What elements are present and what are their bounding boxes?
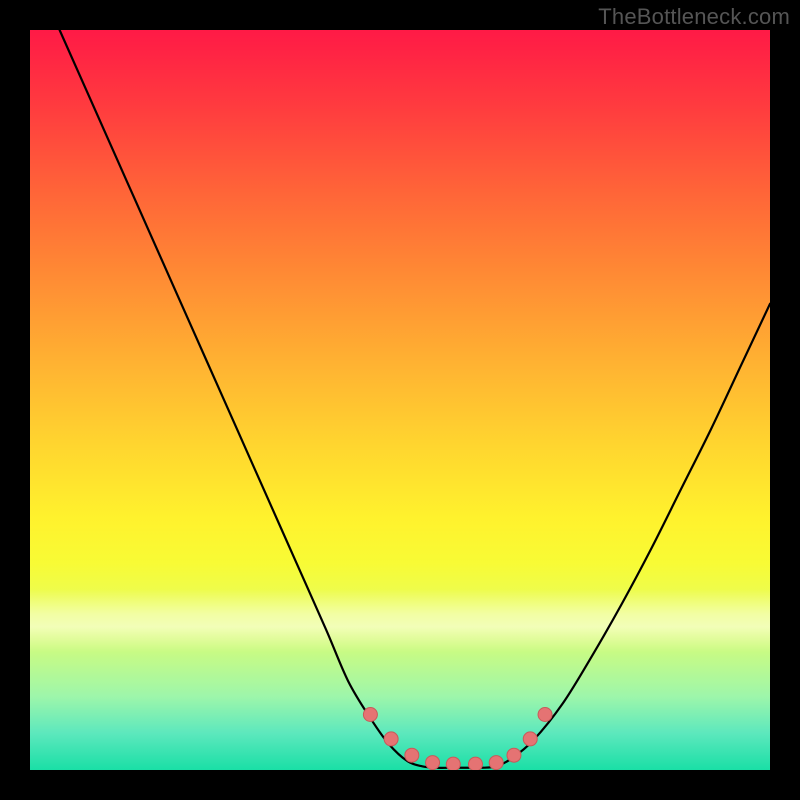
outer-frame: TheBottleneck.com <box>0 0 800 800</box>
chart-svg <box>30 30 770 770</box>
bottleneck-marker <box>489 756 503 770</box>
bottleneck-markers <box>363 708 552 771</box>
bottleneck-marker <box>426 756 440 770</box>
bottleneck-marker <box>523 732 537 746</box>
bottleneck-marker <box>405 748 419 762</box>
bottleneck-curve <box>60 30 770 768</box>
watermark-text: TheBottleneck.com <box>598 4 790 30</box>
bottleneck-marker <box>507 748 521 762</box>
plot-area <box>30 30 770 770</box>
bottleneck-marker <box>468 757 482 770</box>
bottleneck-marker <box>363 708 377 722</box>
bottleneck-marker <box>384 732 398 746</box>
bottleneck-marker <box>538 708 552 722</box>
bottleneck-marker <box>446 757 460 770</box>
